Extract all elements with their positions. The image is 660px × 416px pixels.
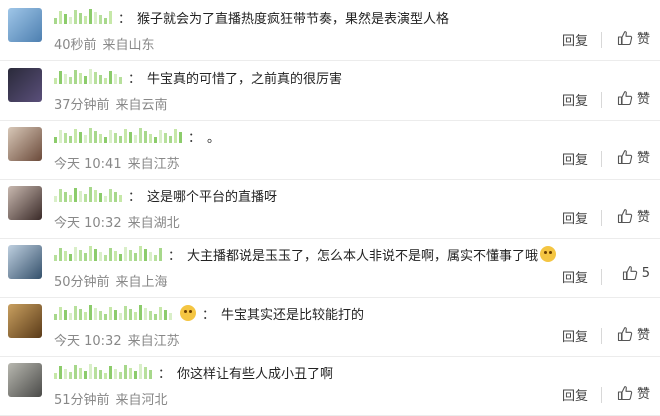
like-label: 赞 (636, 32, 650, 47)
like-button[interactable]: 赞 (617, 206, 650, 225)
reply-button[interactable]: 回复 (562, 149, 588, 168)
comment-time: 今天 10:32 (54, 334, 122, 349)
comment-row: ： 你这样让有些人成小丑了啊 51分钟前 来自河北 回复 赞 (0, 355, 660, 416)
comment-meta: 37分钟前 来自云南 (54, 94, 168, 113)
comment-text: 你这样让有些人成小丑了啊 (177, 366, 334, 382)
colon: ： (188, 130, 202, 146)
comment-time: 51分钟前 (54, 393, 110, 408)
username-redacted[interactable] (54, 128, 184, 144)
divider (601, 210, 602, 226)
avatar[interactable] (8, 127, 42, 161)
like-label: 赞 (636, 151, 650, 166)
thumbs-up-icon (617, 90, 633, 105)
avatar[interactable] (8, 8, 42, 42)
avatar[interactable] (8, 186, 42, 220)
like-label: 赞 (636, 328, 650, 343)
comment-row: ： 这是哪个平台的直播呀今天 10:32 来自湖北 回复 赞 (0, 178, 660, 239)
divider (601, 328, 602, 344)
avatar[interactable] (8, 68, 42, 102)
reply-button[interactable]: 回复 (562, 30, 588, 49)
comment-location: 来自河北 (115, 393, 168, 408)
username-redacted[interactable] (54, 364, 154, 380)
colon: ： (202, 307, 216, 323)
comment-text: 这是哪个平台的直播呀 (147, 189, 278, 205)
comment-meta: 50分钟前 来自上海 (54, 271, 168, 290)
comment-location: 来自山东 (102, 38, 155, 53)
like-label: 5 (641, 265, 650, 281)
comment-meta: 今天 10:32 来自江苏 (54, 330, 180, 349)
avatar[interactable] (8, 245, 42, 279)
thumbs-up-icon (622, 266, 637, 281)
comment-meta: 40秒前 来自山东 (54, 34, 155, 53)
like-button[interactable]: 5 (622, 265, 650, 281)
reply-button[interactable]: 回复 (562, 385, 588, 404)
like-label: 赞 (636, 210, 650, 225)
thumbs-up-icon (617, 385, 633, 400)
comment-text: 。 (207, 130, 221, 146)
avatar[interactable] (8, 363, 42, 397)
comment-text: 牛宝真的可惜了，之前真的很厉害 (147, 71, 343, 87)
comment-row: ： 牛宝真的可惜了，之前真的很厉害 37分钟前 来自云南 回复 赞 (0, 60, 660, 121)
comment-location: 来自上海 (115, 275, 168, 290)
colon: ： (168, 248, 182, 264)
divider (601, 387, 602, 403)
thumbs-up-icon (617, 149, 633, 164)
badge-icon (180, 305, 196, 321)
thumbs-up-icon (617, 30, 633, 45)
emoji-icon (540, 246, 557, 262)
reply-button[interactable]: 回复 (562, 208, 588, 227)
colon: ： (128, 189, 142, 205)
like-button[interactable]: 赞 (617, 28, 650, 47)
divider (601, 269, 602, 285)
comment-meta: 51分钟前 来自河北 (54, 389, 168, 408)
comment-location: 来自江苏 (127, 157, 180, 172)
username-redacted[interactable] (54, 69, 124, 85)
username-redacted[interactable] (54, 187, 124, 203)
username-redacted[interactable] (54, 305, 174, 321)
divider (601, 92, 602, 108)
comment-text: 大主播都说是玉玉了，怎么本人非说不是啊，属实不懂事了哦 (187, 248, 539, 264)
comment-meta: 今天 10:41 来自江苏 (54, 153, 180, 172)
like-button[interactable]: 赞 (617, 383, 650, 402)
comment-location: 来自江苏 (127, 334, 180, 349)
colon: ： (158, 366, 172, 382)
comment-row: ： 大主播都说是玉玉了，怎么本人非说不是啊，属实不懂事了哦 50分钟前 来自上海 回复 5 (0, 237, 660, 298)
username-redacted[interactable] (54, 9, 114, 25)
divider (601, 32, 602, 48)
username-redacted[interactable] (54, 246, 164, 262)
comment-time: 37分钟前 (54, 98, 110, 113)
comment-location: 来自湖北 (127, 216, 180, 231)
comment-list: ：猴子就会为了直播热度疯狂带节奏，果然是表演型人格 40秒前 来自山东 回复赞：牛宝真… (0, 0, 660, 416)
avatar[interactable] (8, 304, 42, 338)
like-button[interactable]: 赞 (617, 88, 650, 107)
comment-time: 今天 10:41 (54, 157, 122, 172)
thumbs-up-icon (617, 326, 633, 341)
comment-time: 40秒前 (54, 38, 97, 53)
thumbs-up-icon (617, 208, 633, 223)
reply-button[interactable]: 回复 (562, 267, 588, 286)
reply-button[interactable]: 回复 (562, 326, 588, 345)
colon: ： (118, 11, 132, 27)
like-label: 赞 (636, 387, 650, 402)
comment-row: ： 。今天 10:41 来自江苏 回复 赞 (0, 119, 660, 180)
comment-location: 来自云南 (115, 98, 168, 113)
reply-button[interactable]: 回复 (562, 90, 588, 109)
comment-text: 猴子就会为了直播热度疯狂带节奏，果然是表演型人格 (137, 11, 450, 27)
comment-text: 牛宝其实还是比较能打的 (221, 307, 365, 323)
comment-time: 50分钟前 (54, 275, 110, 290)
like-label: 赞 (636, 92, 650, 107)
comment-time: 今天 10:32 (54, 216, 122, 231)
like-button[interactable]: 赞 (617, 147, 650, 166)
divider (601, 151, 602, 167)
comment-meta: 今天 10:32 来自湖北 (54, 212, 180, 231)
comment-row: ： 猴子就会为了直播热度疯狂带节奏，果然是表演型人格 40秒前 来自山东 回复 赞 (0, 0, 660, 61)
colon: ： (128, 71, 142, 87)
comment-row: ： 牛宝其实还是比较能打的今天 10:32 来自江苏 回复 赞 (0, 296, 660, 357)
like-button[interactable]: 赞 (617, 324, 650, 343)
